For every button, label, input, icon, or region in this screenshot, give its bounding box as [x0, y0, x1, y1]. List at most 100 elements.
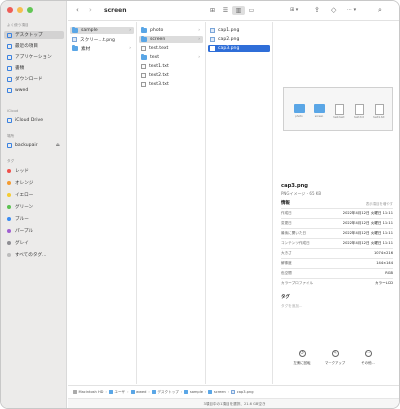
sidebar-item-label: iCloud Drive: [15, 117, 44, 123]
icon-view-button[interactable]: ⊞: [206, 6, 219, 15]
window-controls: [7, 7, 33, 13]
action-label: その他...: [361, 361, 375, 365]
file-icon: [141, 45, 146, 52]
sidebar-item[interactable]: デスクトップ: [4, 31, 64, 39]
tag-button[interactable]: ◇: [331, 6, 336, 15]
sidebar-tag-label: グリーン: [15, 205, 34, 210]
file-name: cap3.png: [218, 46, 240, 51]
sidebar-item-label: backupair: [15, 142, 38, 148]
path-item[interactable]: ユーザ: [108, 390, 125, 395]
sidebar-item-label: デスクトップ: [15, 33, 43, 38]
info-key: 最後に開いた日: [281, 230, 307, 235]
file-row[interactable]: text3.txt: [139, 81, 203, 88]
path-separator-icon: ›: [105, 390, 107, 394]
file-row[interactable]: text1.txt: [139, 63, 203, 70]
forward-button[interactable]: ›: [89, 6, 92, 15]
back-button[interactable]: ‹: [76, 6, 79, 15]
sidebar-tag-item[interactable]: ブルー: [4, 215, 64, 223]
thumbnail-label: screen: [314, 115, 324, 118]
sidebar-item-label: ダウンロード: [15, 77, 43, 82]
markup-button[interactable]: ✎ マークアップ: [318, 350, 352, 365]
file-row[interactable]: cap3.png: [208, 45, 270, 52]
tag-color-dot-icon: [7, 181, 11, 185]
column-view-button[interactable]: ▥: [232, 6, 245, 15]
sidebar-item[interactable]: ダウンロード: [4, 75, 64, 83]
markup-icon: ✎: [331, 350, 339, 357]
file-row[interactable]: text2.txt: [139, 72, 203, 79]
list-view-button[interactable]: ☰: [219, 6, 232, 15]
sidebar-item[interactable]: backupair ⏏: [4, 141, 64, 149]
path-item[interactable]: screen: [208, 390, 226, 394]
sidebar-tag-label: イエロー: [15, 193, 34, 198]
path-item[interactable]: cap3.png: [231, 390, 253, 394]
path-item[interactable]: Macintosh HD: [73, 390, 103, 394]
info-row: カラープロファイル カラーLCD: [281, 278, 393, 287]
eject-icon[interactable]: ⏏: [56, 143, 60, 148]
rotate-left-button[interactable]: ↺ 左側に回転: [285, 350, 319, 365]
more-button[interactable]: ⋯ その他...: [351, 350, 385, 365]
path-item[interactable]: sample: [184, 390, 203, 394]
preview-file-name: cap3.png: [281, 183, 308, 189]
minimize-window-button[interactable]: [17, 7, 23, 13]
sidebar-tag-item[interactable]: レッド: [4, 167, 64, 175]
sidebar-item[interactable]: 最近の項目: [4, 42, 64, 50]
sidebar-tag-item[interactable]: グレイ: [4, 239, 64, 247]
group-button[interactable]: ⊞ ▾: [290, 6, 298, 15]
file-row[interactable]: screen ›: [139, 36, 203, 43]
share-button[interactable]: ⇪: [314, 6, 320, 15]
file-icon: [354, 104, 364, 115]
tag-color-dot-icon: [7, 241, 11, 245]
file-row[interactable]: cap2.png: [208, 36, 270, 43]
sidebar-tag-label: オレンジ: [15, 181, 34, 186]
file-row[interactable]: cap1.png: [208, 27, 270, 34]
sidebar-item[interactable]: アプリケーション: [4, 53, 64, 61]
file-name: text1.txt: [149, 64, 169, 69]
path-item-label: screen: [213, 390, 226, 394]
info-value: RGB: [385, 271, 393, 275]
file-row[interactable]: スクリー…t.png: [70, 36, 134, 43]
sidebar-tag-item[interactable]: オレンジ: [4, 179, 64, 187]
more-icon: ⋯: [364, 350, 372, 357]
info-row: 色空間 RGB: [281, 268, 393, 277]
sidebar-tag-item[interactable]: すべてのタグ...: [4, 251, 64, 259]
file-row[interactable]: 素材 ›: [70, 45, 134, 52]
path-item[interactable]: wwed: [130, 390, 146, 394]
sidebar-item-label: wwed: [15, 87, 29, 93]
file-row[interactable]: text ›: [139, 54, 203, 61]
file-row[interactable]: test.text: [139, 45, 203, 52]
file-row[interactable]: sample ›: [70, 27, 134, 34]
sidebar-item[interactable]: wwed: [4, 86, 64, 94]
cloud-icon: [7, 117, 12, 123]
show-more-link[interactable]: 表示項目を増やす: [366, 201, 393, 206]
close-window-button[interactable]: [7, 7, 13, 13]
file-icon: [374, 104, 384, 115]
document-icon: [7, 65, 12, 71]
path-bar: Macintosh HD › ユーザ › wwed › デスクトップ › sample › scre…: [68, 385, 399, 398]
info-value: 144×144: [376, 261, 393, 265]
info-row: 大きさ 1074×216: [281, 248, 393, 257]
rotate-left-icon: ↺: [298, 350, 306, 357]
sidebar-item[interactable]: 書類: [4, 64, 64, 72]
favorites-header: よく使う項目: [7, 23, 29, 27]
info-row: 変更日 2022年4月12日 火曜日 11:11: [281, 218, 393, 227]
add-tag-field[interactable]: タグを追加...: [281, 304, 302, 309]
sidebar-tag-item[interactable]: イエロー: [4, 191, 64, 199]
sidebar-tag-item[interactable]: パープル: [4, 227, 64, 235]
search-icon[interactable]: ⌕: [378, 6, 382, 15]
action-menu-button[interactable]: ⋯ ▾: [347, 6, 356, 15]
sidebar-item[interactable]: iCloud Drive: [4, 116, 64, 124]
folder-icon: [72, 45, 78, 51]
folder-icon: [130, 390, 135, 394]
info-row: コンテンツ作成日 2022年4月12日 火曜日 11:11: [281, 238, 393, 247]
info-value: 2022年4月12日 火曜日 11:11: [342, 240, 393, 245]
clock-icon: [7, 43, 12, 49]
apps-icon: [7, 54, 12, 60]
file-row[interactable]: photo ›: [139, 27, 203, 34]
info-row: 作成日 2022年4月12日 火曜日 11:11: [281, 208, 393, 217]
gallery-view-button[interactable]: ▭: [245, 6, 258, 15]
path-item[interactable]: デスクトップ: [151, 390, 179, 395]
zoom-window-button[interactable]: [27, 7, 33, 13]
chevron-right-icon: ›: [129, 28, 131, 33]
sidebar-tag-item[interactable]: グリーン: [4, 203, 64, 211]
thumbnail-item: text1.txt: [372, 104, 386, 119]
